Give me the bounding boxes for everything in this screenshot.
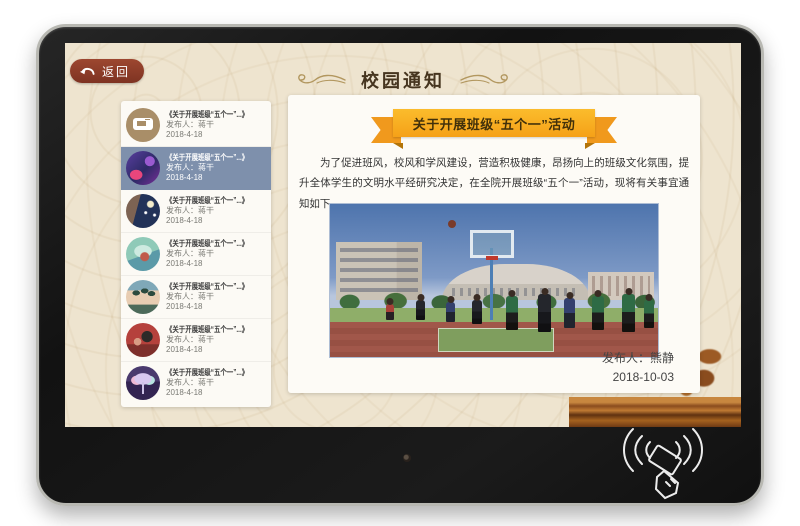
app-screen: 返回 校园通知 《关于开展班级“五个一”...》 发布	[65, 43, 741, 427]
notice-title: 《关于开展班级“五个一”...》	[166, 282, 246, 292]
basketball-court-photo	[329, 203, 659, 358]
photo-player	[506, 296, 518, 330]
notice-list-item[interactable]: 《关于开展班级“五个一”...》 发布人：蒋干 2018-4-18	[121, 319, 271, 362]
card-reader-icon	[617, 423, 709, 503]
ribbon-fold-right	[585, 143, 595, 149]
notice-title: 《关于开展班级“五个一”...》	[166, 196, 246, 206]
photo-player	[472, 300, 482, 324]
back-arrow-icon	[80, 65, 96, 78]
family-reading-thumbnail	[126, 323, 160, 357]
back-button[interactable]: 返回	[70, 59, 144, 83]
photo-player	[622, 294, 635, 332]
back-button-label: 返回	[102, 63, 130, 80]
notice-list-item[interactable]: 《关于开展班级“五个一”...》 发布人：蒋干 2018-4-18	[121, 190, 271, 233]
notice-list-item[interactable]: 《关于开展班级“五个一”...》 发布人：蒋干 2018-4-18	[121, 276, 271, 319]
photo-player	[592, 296, 604, 330]
notice-publisher: 发布人：蒋干	[166, 335, 266, 345]
right-flourish-icon	[457, 71, 515, 89]
notice-date: 2018-4-18	[166, 345, 266, 355]
notice-date: 2018-4-18	[166, 173, 266, 183]
detail-date: 2018-10-03	[602, 368, 674, 387]
photo-backboard	[470, 230, 514, 258]
ribbon-fold-left	[393, 143, 403, 149]
reading-boat-thumbnail	[126, 237, 160, 271]
umbrella-illustration-thumbnail	[126, 366, 160, 400]
page-title: 校园通知	[65, 67, 741, 93]
photo-player	[538, 294, 551, 332]
notice-title: 《关于开展班级“五个一”...》	[166, 110, 246, 120]
notice-list-item-selected[interactable]: 《关于开展班级“五个一”...》 发布人：蒋干 2018-4-18	[121, 147, 271, 190]
detail-publisher: 发布人：熊静	[602, 349, 674, 368]
notice-publisher: 发布人：蒋干	[166, 120, 266, 130]
notice-date: 2018-4-18	[166, 302, 266, 312]
notice-publisher: 发布人：蒋干	[166, 163, 266, 173]
photo-player	[644, 300, 654, 328]
photo-player	[416, 300, 425, 320]
notice-detail-panel: 关于开展班级“五个一”活动 为了促进班风，校风和学风建设，营造积极健康，昂扬向上…	[288, 95, 700, 393]
notice-publisher: 发布人：蒋干	[166, 206, 266, 216]
notice-footer: 发布人：熊静 2018-10-03	[602, 349, 674, 387]
photo-player	[564, 298, 575, 328]
notice-date: 2018-4-18	[166, 388, 266, 398]
photo-player	[386, 304, 394, 320]
photo-court-key	[438, 328, 554, 352]
world-cup-2018-thumbnail	[126, 151, 160, 185]
photo-player	[446, 302, 455, 322]
notice-title: 《关于开展班级“五个一”...》	[166, 368, 246, 378]
notice-publisher: 发布人：蒋干	[166, 292, 266, 302]
notice-title-ribbon: 关于开展班级“五个一”活动	[371, 109, 617, 149]
notice-date: 2018-4-18	[166, 259, 266, 269]
photo-court-green	[330, 308, 658, 322]
notice-date: 2018-4-18	[166, 130, 266, 140]
tablet-device-bezel: 返回 校园通知 《关于开展班级“五个一”...》 发布	[36, 24, 764, 506]
notice-list-item[interactable]: 《关于开展班级“五个一”...》 发布人：蒋干 2018-4-18	[121, 233, 271, 276]
notice-title: 《关于开展班级“五个一”...》	[166, 153, 246, 163]
notice-list-item[interactable]: 《关于开展班级“五个一”...》 发布人：蒋干 2018-4-18	[121, 104, 271, 147]
notice-publisher: 发布人：蒋干	[166, 378, 266, 388]
notice-title: 《关于开展班级“五个一”...》	[166, 325, 246, 335]
notice-publisher: 发布人：蒋干	[166, 249, 266, 259]
photo-of-kiosk-device: 返回 校园通知 《关于开展班级“五个一”...》 发布	[0, 0, 800, 526]
notice-list-item[interactable]: 《关于开展班级“五个一”...》 发布人：蒋干 2018-4-18	[121, 362, 271, 404]
left-flourish-icon	[291, 71, 349, 89]
notice-detail-title: 关于开展班级“五个一”活动	[393, 109, 595, 137]
notice-list: 《关于开展班级“五个一”...》 发布人：蒋干 2018-4-18 《关于开展班…	[121, 101, 271, 407]
page-title-text: 校园通知	[361, 67, 445, 93]
notice-date: 2018-4-18	[166, 216, 266, 226]
photo-hoop-rim	[486, 256, 498, 260]
notice-title: 《关于开展班级“五个一”...》	[166, 239, 246, 249]
front-camera	[403, 454, 411, 462]
photo-basketball	[448, 220, 456, 228]
graduation-students-thumbnail	[126, 280, 160, 314]
campus-bulletin-icon	[126, 108, 160, 142]
night-sky-girl-thumbnail	[126, 194, 160, 228]
